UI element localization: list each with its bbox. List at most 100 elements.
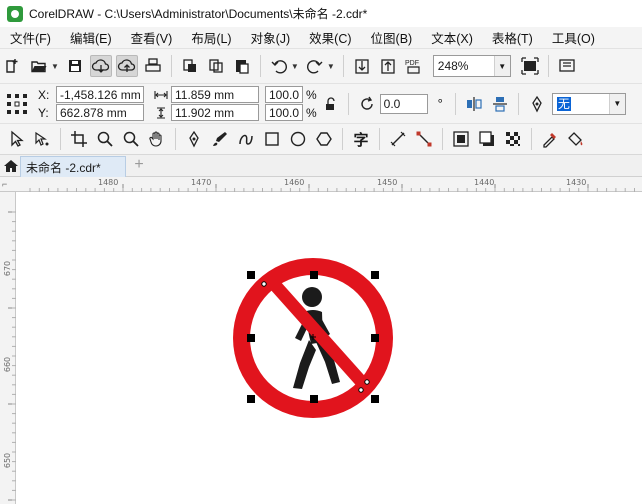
- add-tab-button[interactable]: +: [130, 156, 148, 176]
- handle-top-right[interactable]: [371, 271, 379, 279]
- menu-tools[interactable]: 工具(O): [542, 28, 604, 47]
- lock-ratio-icon[interactable]: [319, 93, 341, 115]
- menu-effects[interactable]: 效果(C): [299, 28, 360, 47]
- coreldraw-logo-icon: [7, 5, 23, 22]
- ruler-label-h: 1440: [474, 178, 495, 187]
- paste-icon[interactable]: [231, 55, 253, 77]
- object-origin-icon[interactable]: [4, 91, 30, 117]
- ruler-label-v: 660: [3, 356, 13, 373]
- handle-bottom-center[interactable]: [310, 395, 318, 403]
- menu-text[interactable]: 文本(X): [421, 28, 482, 47]
- toolbar-separator: [517, 92, 519, 115]
- outline-dropdown-icon[interactable]: ▼: [608, 93, 625, 114]
- pan-tool-icon[interactable]: [146, 128, 168, 150]
- menu-view[interactable]: 查看(V): [121, 28, 182, 47]
- open-dropdown-icon[interactable]: ▼: [51, 62, 59, 71]
- x-position-input[interactable]: -1,458.126 mm: [56, 86, 144, 103]
- connector-tool-icon[interactable]: [413, 128, 435, 150]
- node-handle[interactable]: [261, 281, 267, 287]
- rotation-icon: [356, 93, 378, 115]
- ruler-label-v: 650: [3, 452, 13, 469]
- artistic-media-icon[interactable]: [209, 128, 231, 150]
- horizontal-ruler[interactable]: 1480 1470 1460 1450 1440 1430: [0, 177, 642, 192]
- open-folder-icon[interactable]: [28, 55, 50, 77]
- height-input[interactable]: 11.902 mm: [171, 104, 259, 121]
- shape-tool-icon[interactable]: [31, 128, 53, 150]
- menu-table[interactable]: 表格(T): [482, 28, 542, 47]
- handle-top-center[interactable]: [310, 271, 318, 279]
- title-bar: CorelDRAW - C:\Users\Administrator\Docum…: [0, 0, 642, 27]
- polygon-tool-icon[interactable]: [313, 128, 335, 150]
- cloud-import-icon[interactable]: [89, 55, 112, 77]
- new-document-icon[interactable]: [2, 55, 24, 77]
- menu-edit[interactable]: 编辑(E): [60, 28, 121, 47]
- y-position-input[interactable]: 662.878 mm: [56, 104, 144, 121]
- handle-bottom-left[interactable]: [247, 395, 255, 403]
- scale-x-input[interactable]: 100.0: [265, 86, 303, 103]
- undo-icon[interactable]: [268, 55, 290, 77]
- ruler-corner-icon[interactable]: ⌐: [2, 179, 7, 189]
- pick-tool-icon[interactable]: [5, 128, 27, 150]
- export-icon[interactable]: [377, 55, 399, 77]
- zoom-dropdown-icon[interactable]: ▼: [493, 56, 510, 76]
- publish-pdf-icon[interactable]: PDF: [403, 55, 425, 77]
- cut-icon[interactable]: [179, 55, 201, 77]
- drop-shadow-icon[interactable]: [476, 128, 498, 150]
- outline-width-value[interactable]: 无: [553, 95, 609, 112]
- handle-middle-right[interactable]: [371, 334, 379, 342]
- interactive-fill-icon[interactable]: [565, 128, 587, 150]
- mirror-horizontal-icon[interactable]: [463, 93, 485, 115]
- percent-label: %: [306, 87, 317, 102]
- zoom-level-combo[interactable]: 248% ▼: [432, 55, 511, 77]
- rectangle-tool-icon[interactable]: [261, 128, 283, 150]
- vertical-ruler[interactable]: 670 660 650: [0, 192, 16, 504]
- text-tool-icon[interactable]: 字: [350, 128, 372, 150]
- scale-y-input[interactable]: 100.0: [265, 104, 303, 121]
- menu-layout[interactable]: 布局(L): [181, 28, 240, 47]
- parallel-dimension-icon[interactable]: [387, 128, 409, 150]
- full-screen-preview-icon[interactable]: [519, 55, 541, 77]
- redo-icon[interactable]: [304, 55, 326, 77]
- handle-middle-left[interactable]: [247, 334, 255, 342]
- outline-width-selected-text: 无: [556, 97, 571, 111]
- cloud-export-icon[interactable]: [115, 55, 138, 77]
- print-icon[interactable]: [142, 55, 164, 77]
- svg-text:PDF: PDF: [405, 60, 419, 67]
- node-handle[interactable]: [364, 379, 370, 385]
- zoom-tool-icon[interactable]: [94, 128, 116, 150]
- document-tab[interactable]: 未命名 -2.cdr*: [20, 156, 126, 177]
- handle-bottom-right[interactable]: [371, 395, 379, 403]
- toolbar-separator: [175, 128, 176, 150]
- menu-object[interactable]: 对象(J): [241, 28, 300, 47]
- canvas-svg: [233, 258, 393, 418]
- node-handle[interactable]: [358, 387, 364, 393]
- save-icon[interactable]: [64, 55, 86, 77]
- undo-dropdown-icon[interactable]: ▼: [291, 62, 299, 71]
- eyedropper-icon[interactable]: [539, 128, 561, 150]
- drawing-canvas[interactable]: [17, 192, 642, 504]
- toolbar-separator: [259, 55, 261, 77]
- toolbar-separator: [454, 92, 456, 115]
- mirror-vertical-icon[interactable]: [489, 93, 511, 115]
- home-icon[interactable]: [3, 158, 19, 174]
- handle-top-left[interactable]: [247, 271, 255, 279]
- zoom-level-value[interactable]: 248%: [434, 59, 494, 73]
- toolbar-separator: [442, 128, 443, 150]
- ruler-ticks-h: [29, 184, 635, 192]
- options-icon[interactable]: [556, 55, 578, 77]
- copy-icon[interactable]: [205, 55, 227, 77]
- width-input[interactable]: 11.859 mm: [171, 86, 259, 103]
- menu-file[interactable]: 文件(F): [0, 28, 60, 47]
- import-icon[interactable]: [351, 55, 373, 77]
- pen-tool-icon[interactable]: [183, 128, 205, 150]
- smart-drawing-icon[interactable]: [235, 128, 257, 150]
- transparency-icon[interactable]: [502, 128, 524, 150]
- rotation-input[interactable]: 0.0: [379, 93, 428, 114]
- contour-tool-icon[interactable]: [450, 128, 472, 150]
- zoom-search-icon[interactable]: [120, 128, 142, 150]
- outline-width-combo[interactable]: 无 ▼: [551, 92, 626, 115]
- redo-dropdown-icon[interactable]: ▼: [327, 62, 335, 71]
- ellipse-tool-icon[interactable]: [287, 128, 309, 150]
- menu-bitmaps[interactable]: 位图(B): [361, 28, 422, 47]
- crop-tool-icon[interactable]: [68, 128, 90, 150]
